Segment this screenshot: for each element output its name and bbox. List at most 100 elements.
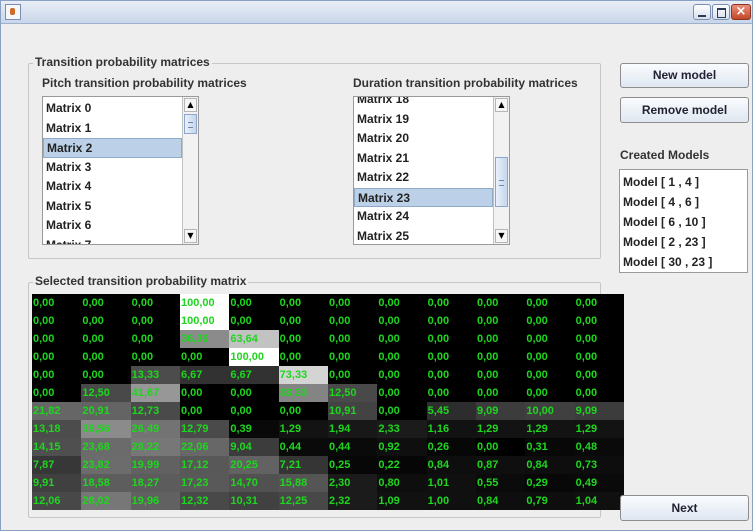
maximize-button[interactable]	[712, 4, 730, 20]
minimize-button[interactable]	[693, 4, 711, 20]
matrix-cell: 0,39	[229, 420, 279, 438]
matrix-cell: 22,06	[180, 438, 230, 456]
list-item[interactable]: Matrix 21	[354, 149, 493, 169]
matrix-cell: 0,87	[476, 456, 526, 474]
list-item[interactable]: Matrix 20	[354, 129, 493, 149]
matrix-cell: 0,00	[32, 312, 82, 330]
matrix-cell: 14,15	[32, 438, 82, 456]
duration-list-scrollbar[interactable]: ▲ ▼	[493, 97, 509, 244]
matrix-cell: 12,06	[32, 492, 82, 510]
matrix-cell: 0,00	[574, 294, 624, 312]
list-item[interactable]: Matrix 23	[354, 187, 493, 207]
list-item[interactable]: Matrix 2	[43, 138, 182, 158]
new-model-button[interactable]: New model	[620, 63, 749, 88]
matrix-cell: 1,29	[476, 420, 526, 438]
matrix-cell: 10,00	[525, 402, 575, 420]
list-item[interactable]: Matrix 22	[354, 168, 493, 188]
list-item[interactable]: Matrix 7	[43, 236, 182, 245]
matrix-cell: 36,56	[81, 420, 131, 438]
pitch-matrix-list[interactable]: Matrix 0 Matrix 1 Matrix 2 Matrix 3 Matrix 4…	[42, 96, 199, 245]
matrix-row: 13,18 36,56 26,49 12,79 0,39 1,29 1,94 2,33 1,16…	[32, 420, 624, 438]
duration-matrix-list[interactable]: Matrix 18 Matrix 19 Matrix 20 Matrix 21 Matr…	[353, 96, 510, 245]
scroll-down-arrow-icon[interactable]: ▼	[495, 229, 508, 243]
matrix-cell: 14,70	[229, 474, 279, 492]
close-button[interactable]: ×	[731, 4, 751, 20]
scroll-down-arrow-icon[interactable]: ▼	[184, 229, 197, 243]
matrix-cell: 0,00	[426, 312, 476, 330]
matrix-cell: 17,23	[180, 474, 230, 492]
matrix-cell: 19,96	[130, 492, 180, 510]
matrix-cell: 9,09	[574, 402, 624, 420]
list-item[interactable]: Matrix 25	[354, 227, 493, 245]
model-item[interactable]: Model [ 6 , 10 ]	[620, 212, 747, 232]
matrix-cell: 1,29	[574, 420, 624, 438]
model-item[interactable]: Model [ 30 , 23 ]	[620, 252, 747, 272]
matrix-cell: 0,00	[377, 294, 427, 312]
matrix-cell: 0,00	[229, 312, 279, 330]
matrix-cell: 0,00	[377, 330, 427, 348]
matrix-cell: 1,29	[278, 420, 328, 438]
list-item[interactable]: Matrix 18	[354, 97, 493, 110]
matrix-cell: 0,00	[574, 312, 624, 330]
list-item[interactable]: Matrix 19	[354, 110, 493, 130]
created-models-label: Created Models	[620, 148, 710, 162]
matrix-cell: 2,33	[377, 420, 427, 438]
matrix-cell: 0,00	[328, 294, 378, 312]
matrix-cell: 0,00	[180, 348, 230, 366]
matrix-cell: 73,33	[278, 366, 328, 384]
scroll-thumb[interactable]	[184, 114, 197, 134]
matrix-cell: 0,00	[328, 348, 378, 366]
matrix-cell: 6,67	[180, 366, 230, 384]
matrix-cell: 28,22	[130, 438, 180, 456]
model-item[interactable]: Model [ 2 , 23 ]	[620, 232, 747, 252]
matrix-cell: 19,99	[130, 456, 180, 474]
list-item[interactable]: Matrix 24	[354, 207, 493, 227]
matrix-cell: 0,00	[32, 384, 82, 402]
matrix-cell: 0,00	[377, 366, 427, 384]
next-button[interactable]: Next	[620, 495, 749, 521]
scroll-up-arrow-icon[interactable]: ▲	[495, 98, 508, 112]
matrix-cell: 0,00	[574, 384, 624, 402]
matrix-cell: 9,91	[32, 474, 82, 492]
matrix-cell: 1,09	[377, 492, 427, 510]
list-item[interactable]: Matrix 6	[43, 216, 182, 236]
matrix-cell: 0,84	[476, 492, 526, 510]
matrix-cell: 20,25	[229, 456, 279, 474]
remove-model-button[interactable]: Remove model	[620, 97, 749, 123]
list-item[interactable]: Matrix 1	[43, 119, 182, 139]
matrix-cell: 100,00	[180, 312, 230, 330]
created-models-list[interactable]: Model [ 1 , 4 ] Model [ 4 , 6 ] Model [ 6 …	[619, 169, 748, 273]
matrix-cell: 0,00	[278, 348, 328, 366]
matrix-cell: 0,00	[130, 330, 180, 348]
matrix-cell: 0,00	[278, 330, 328, 348]
list-item[interactable]: Matrix 5	[43, 197, 182, 217]
matrix-cell: 18,27	[130, 474, 180, 492]
matrix-cell: 0,84	[525, 456, 575, 474]
matrix-cell: 0,00	[377, 384, 427, 402]
matrix-row: 14,15 23,68 28,22 22,06 9,04 0,44 0,44 0,92 0,26…	[32, 438, 624, 456]
matrix-cell: 0,29	[525, 474, 575, 492]
matrix-cell: 0,00	[476, 330, 526, 348]
matrix-cell: 0,00	[81, 294, 131, 312]
list-item[interactable]: Matrix 3	[43, 158, 182, 178]
matrix-cell: 0,00	[574, 348, 624, 366]
matrix-cell: 0,00	[525, 312, 575, 330]
pitch-list-scrollbar[interactable]: ▲ ▼	[182, 97, 198, 244]
scroll-thumb[interactable]	[495, 157, 508, 207]
matrix-cell: 12,32	[180, 492, 230, 510]
matrix-row: 21,82 20,91 12,73 0,00 0,00 0,00 10,91 0,00 5,45…	[32, 402, 624, 420]
matrix-cell: 0,00	[81, 348, 131, 366]
list-item[interactable]: Matrix 0	[43, 99, 182, 119]
matrix-cell: 18,58	[81, 474, 131, 492]
selected-matrix-title: Selected transition probability matrix	[33, 274, 249, 288]
matrix-row: 7,87 23,82 19,99 17,12 20,25 7,21 0,25 0,22 0,84…	[32, 456, 624, 474]
matrix-cell: 0,84	[426, 456, 476, 474]
matrix-row: 0,00 12,50 41,67 0,00 0,00 33,33 12,50 0,00 0,00…	[32, 384, 624, 402]
matrix-row: 0,00 0,00 0,00 100,00 0,00 0,00 0,00 0,00 0,00 0,…	[32, 312, 624, 330]
matrix-cell: 1,29	[525, 420, 575, 438]
list-item[interactable]: Matrix 4	[43, 177, 182, 197]
model-item[interactable]: Model [ 1 , 4 ]	[620, 172, 747, 192]
model-item[interactable]: Model [ 4 , 6 ]	[620, 192, 747, 212]
scroll-up-arrow-icon[interactable]: ▲	[184, 98, 197, 112]
matrix-cell: 1,16	[426, 420, 476, 438]
